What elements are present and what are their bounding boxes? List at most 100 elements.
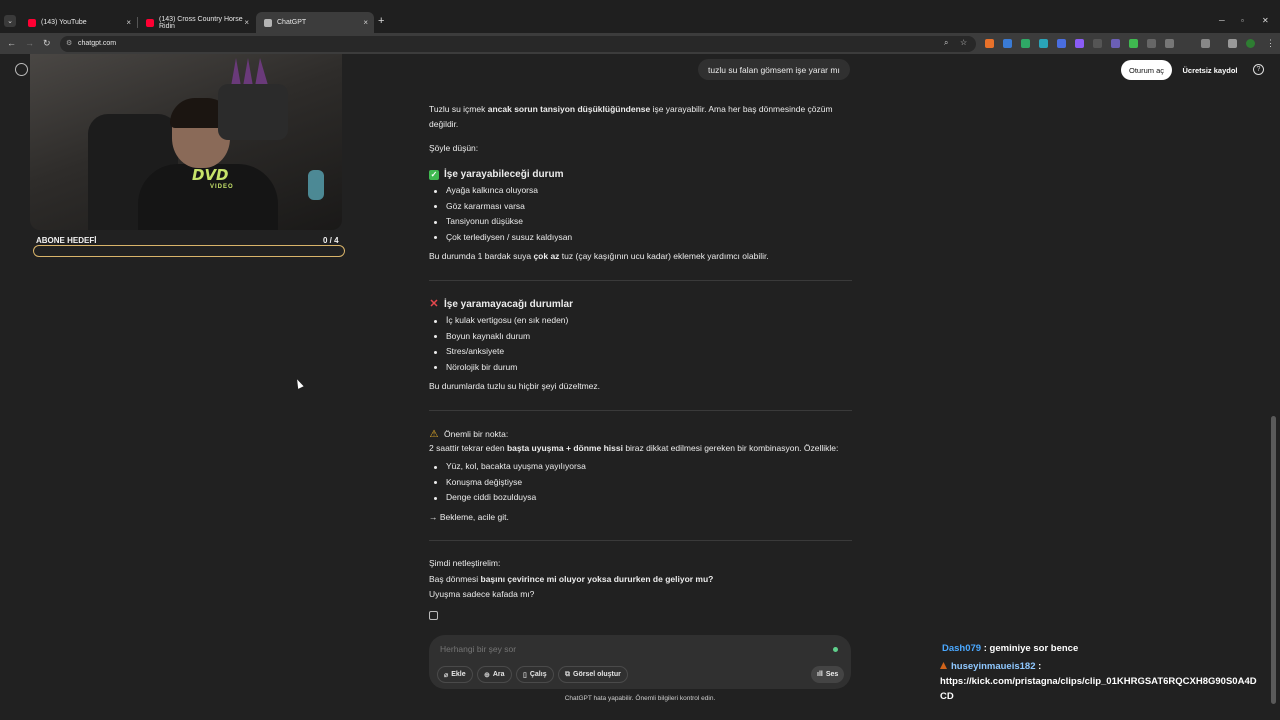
voice-button[interactable]: ıll Ses <box>811 666 845 683</box>
prompt-input[interactable] <box>440 644 820 654</box>
desk-lamp <box>308 170 324 200</box>
copy-icon[interactable] <box>429 611 438 620</box>
extension-icon[interactable] <box>1111 39 1120 48</box>
list-item: Tansiyonun düşükse <box>429 214 572 230</box>
chat-message: huseyinmaueis182 : https://kick.com/pris… <box>940 659 1270 704</box>
mouse-cursor <box>294 378 304 389</box>
close-icon[interactable]: × <box>126 18 131 27</box>
tab-title: (143) Cross Country Horse Ridin <box>159 15 243 30</box>
login-button[interactable]: Oturum aç <box>1121 60 1172 80</box>
dvd-logo: DVD <box>192 166 229 184</box>
image-icon: ⧉ <box>565 670 570 678</box>
answer-paragraph: Şimdi netleştirelim: <box>429 558 501 568</box>
extension-icon[interactable] <box>1129 39 1138 48</box>
bookmark-star-icon[interactable]: ☆ <box>960 38 967 47</box>
disclaimer-text: ChatGPT hata yapabilir. Önemli bilgileri… <box>564 695 716 702</box>
url-text: chatgpt.com <box>78 40 117 47</box>
minimize-icon[interactable]: ─ <box>1219 16 1225 25</box>
list-item: Göz kararması varsa <box>429 199 572 215</box>
youtube-icon <box>28 18 36 27</box>
kick-badge-icon <box>940 662 947 669</box>
tab-title: ChatGPT <box>277 19 307 26</box>
section-heading-not-works: ✕ İşe yaramayacağı durumlar <box>429 298 573 310</box>
waveform-icon: ıll <box>817 671 823 678</box>
extension-icon[interactable] <box>1057 39 1066 48</box>
list-item: Yüz, kol, bacakta uyuşma yayılıyorsa <box>429 459 586 475</box>
answer-paragraph: Şöyle düşün: <box>429 143 479 153</box>
cross-mark-icon: ✕ <box>429 298 439 310</box>
profile-avatar-icon[interactable] <box>1246 39 1255 48</box>
list-item: Stres/anksiyete <box>429 344 568 360</box>
warning-icon: ⚠ <box>429 429 439 440</box>
list-item: Konuşma değiştiyse <box>429 475 586 491</box>
status-dot-icon <box>833 647 838 652</box>
divider <box>429 540 852 541</box>
create-image-button[interactable]: ⧉ Görsel oluştur <box>558 666 628 683</box>
youtube-icon <box>146 18 154 27</box>
paperclip-icon: ⌀ <box>444 671 449 679</box>
warning-signs-list: Yüz, kol, bacakta uyuşma yayılıyorsa Kon… <box>429 459 586 506</box>
menu-kebab-icon[interactable]: ⋮ <box>1266 38 1275 49</box>
close-icon[interactable]: × <box>244 18 249 27</box>
extension-icon[interactable] <box>985 39 994 48</box>
extensions-puzzle-icon[interactable] <box>1201 39 1210 48</box>
subscriber-goal-count: 0 / 4 <box>323 236 339 245</box>
help-icon[interactable]: ? <box>1253 64 1264 75</box>
answer-paragraph: değildir. <box>429 119 459 129</box>
works-list: Ayağa kalkınca oluyorsa Göz kararması va… <box>429 183 572 245</box>
new-tab-button[interactable]: + <box>378 15 384 27</box>
chat-username: huseyinmaueis182 <box>951 661 1036 672</box>
tab-group-icon[interactable] <box>1228 39 1237 48</box>
reload-icon[interactable]: ↻ <box>43 38 51 49</box>
search-button[interactable]: ⊕ Ara <box>477 666 512 683</box>
extension-icon[interactable] <box>1021 39 1030 48</box>
attach-button[interactable]: ⌀ Ekle <box>437 666 473 683</box>
tab-chatgpt[interactable]: ChatGPT × <box>256 12 374 33</box>
scrollbar-thumb[interactable] <box>1271 416 1276 704</box>
subscriber-goal-progress-bar <box>33 245 345 257</box>
list-item: Nörolojik bir durum <box>429 360 568 376</box>
user-message-bubble: tuzlu su falan gömsem işe yarar mı <box>698 59 850 80</box>
answer-paragraph: 2 saattir tekrar eden başta uyuşma + dön… <box>429 443 839 453</box>
stream-chat-overlay: Dash079 : geminiye sor bence huseyinmaue… <box>940 641 1270 704</box>
answer-paragraph: → Bekleme, acile git. <box>429 512 509 522</box>
address-bar[interactable]: ⚙ chatgpt.com ⌕ ☆ <box>60 36 976 52</box>
list-item: Çok terlediysen / susuz kaldıysan <box>429 230 572 246</box>
extension-icon[interactable] <box>1093 39 1102 48</box>
close-icon[interactable]: × <box>363 18 368 27</box>
list-item: Denge ciddi bozulduysa <box>429 490 586 506</box>
chat-text: : geminiye sor bence <box>981 643 1079 654</box>
section-heading-works: ✓ İşe yarayabileceği durum <box>429 169 564 180</box>
chat-text: : <box>1035 661 1042 672</box>
divider <box>429 410 852 411</box>
webcam-overlay: DVD VIDEO <box>30 54 342 230</box>
answer-paragraph: Uyuşma sadece kafada mı? <box>429 589 535 599</box>
forward-icon[interactable]: → <box>25 38 34 48</box>
extension-icon[interactable] <box>1039 39 1048 48</box>
list-item: İç kulak vertigosu (en sık neden) <box>429 313 568 329</box>
answer-paragraph: Bu durumlarda tuzlu su hiçbir şeyi düzel… <box>429 381 601 391</box>
tab-youtube[interactable]: (143) YouTube × <box>20 12 138 33</box>
tab-title: (143) YouTube <box>41 19 87 26</box>
message-composer: ⌀Ekle ⊕Ara ▯Çalış ⧉Görsel oluştur ıllSes <box>429 635 851 689</box>
restore-icon[interactable]: ▫ <box>1241 16 1244 25</box>
zoom-icon[interactable]: ⌕ <box>944 38 948 48</box>
tab-horse-riding[interactable]: (143) Cross Country Horse Ridin × <box>138 12 255 33</box>
window-close-icon[interactable]: ✕ <box>1262 16 1269 25</box>
decorative-mask <box>218 84 288 140</box>
tab-search-button[interactable]: ⌄ <box>4 15 16 27</box>
site-info-icon[interactable]: ⚙ <box>66 39 72 47</box>
chat-link-continuation: CD <box>940 691 954 702</box>
chat-username: Dash079 <box>942 643 982 654</box>
extension-icon[interactable] <box>1147 39 1156 48</box>
chatgpt-page: DVD VIDEO ABONE HEDEFİ 0 / 4 Oturum aç Ü… <box>0 54 1280 720</box>
signup-button[interactable]: Ücretsiz kaydol <box>1180 60 1240 80</box>
chatgpt-favicon-icon <box>264 18 272 27</box>
extension-icon[interactable] <box>1075 39 1084 48</box>
chatgpt-logo-icon[interactable] <box>15 63 28 76</box>
extension-icon[interactable] <box>1003 39 1012 48</box>
study-button[interactable]: ▯ Çalış <box>516 666 554 683</box>
back-icon[interactable]: ← <box>7 38 16 48</box>
answer-paragraph: Baş dönmesi başını çevirince mi oluyor y… <box>429 574 714 584</box>
extension-icon[interactable] <box>1165 39 1174 48</box>
